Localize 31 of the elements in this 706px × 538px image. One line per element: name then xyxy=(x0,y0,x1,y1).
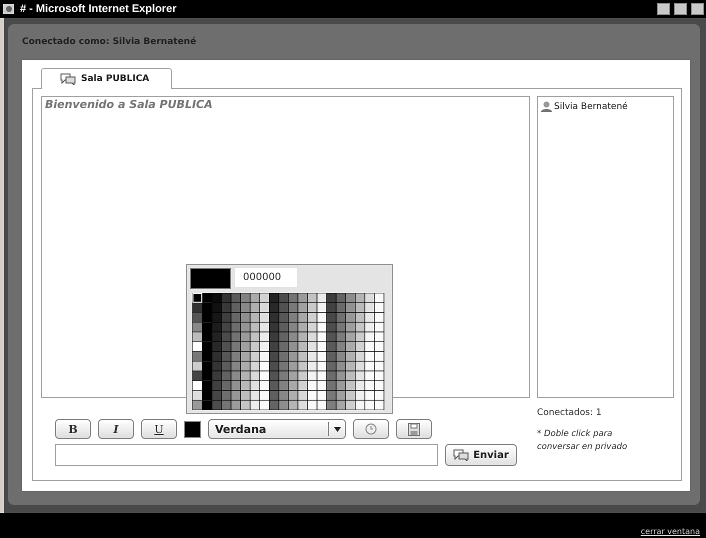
window-title: # - Microsoft Internet Explorer xyxy=(20,3,178,15)
browser-icon xyxy=(2,2,16,16)
clock-button[interactable] xyxy=(353,419,389,439)
color-grid[interactable] xyxy=(190,293,387,410)
font-select[interactable]: Verdana xyxy=(208,419,346,439)
private-chat-hint: * Doble click para conversar en privado xyxy=(537,428,628,454)
chat-icon xyxy=(453,449,470,461)
message-input[interactable] xyxy=(55,444,438,466)
color-hex-field[interactable]: 000000 xyxy=(235,268,297,287)
room-tab[interactable]: Sala PUBLICA xyxy=(41,68,172,89)
maximize-button[interactable] xyxy=(674,3,687,15)
connected-count: Conectados: 1 xyxy=(537,408,603,418)
save-button[interactable] xyxy=(396,419,432,439)
bold-button[interactable]: B xyxy=(55,419,91,439)
floppy-icon xyxy=(408,422,420,436)
color-preview xyxy=(190,268,231,289)
user-name: Silvia Bernatené xyxy=(554,102,628,112)
close-button[interactable] xyxy=(691,3,704,15)
user-item[interactable]: Silvia Bernatené xyxy=(541,101,670,112)
message-text: Bienvenido a Sala PUBLICA xyxy=(45,98,214,111)
minimize-button[interactable] xyxy=(657,3,670,15)
close-window-link[interactable]: cerrar ventana xyxy=(640,527,700,536)
dropdown-icon xyxy=(334,426,340,432)
underline-button[interactable]: U xyxy=(141,419,177,439)
clock-icon xyxy=(365,423,377,435)
chat-icon xyxy=(60,73,76,85)
send-button[interactable]: Enviar xyxy=(445,444,517,466)
person-icon xyxy=(541,101,552,112)
connected-as-label: Conectado como: Silvia Bernatené xyxy=(22,36,198,49)
color-swatch[interactable] xyxy=(184,420,201,438)
italic-button[interactable]: I xyxy=(98,419,134,439)
